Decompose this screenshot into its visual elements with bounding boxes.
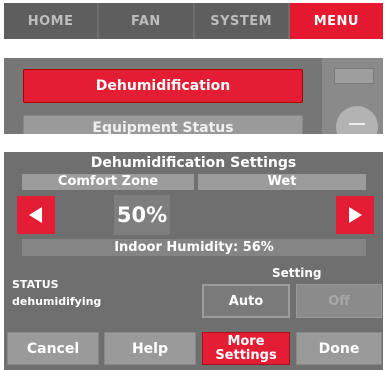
dehumidification-settings-panel: Dehumidification Settings Comfort Zone W… xyxy=(4,152,383,370)
menu-panel: Dehumidification Equipment Status xyxy=(4,58,383,134)
more-settings-line2: Settings xyxy=(215,347,277,363)
status-label: STATUS xyxy=(12,278,59,291)
mode-tab-comfort-zone[interactable]: Comfort Zone xyxy=(22,174,194,190)
setting-label: Setting xyxy=(272,266,322,280)
setting-off-button[interactable]: Off xyxy=(296,284,382,318)
increase-button[interactable] xyxy=(336,196,374,234)
menu-scrollbar[interactable] xyxy=(322,58,383,134)
menu-item-dehumidification[interactable]: Dehumidification xyxy=(23,69,303,103)
tab-menu[interactable]: MENU xyxy=(289,3,383,39)
status-value: dehumidifying xyxy=(12,295,102,308)
scroll-up-button[interactable] xyxy=(334,68,374,84)
more-settings-button[interactable]: More Settings xyxy=(202,332,290,365)
cancel-button[interactable]: Cancel xyxy=(7,332,99,365)
help-button[interactable]: Help xyxy=(104,332,196,365)
tab-fan[interactable]: FAN xyxy=(99,3,195,39)
tab-system[interactable]: SYSTEM xyxy=(195,3,290,39)
more-settings-line1: More xyxy=(227,333,265,349)
tab-home[interactable]: HOME xyxy=(4,3,100,39)
top-tab-bar: HOME FAN SYSTEM MENU xyxy=(4,3,383,39)
decrease-button[interactable] xyxy=(17,196,55,234)
menu-item-equipment-status[interactable]: Equipment Status xyxy=(23,115,303,134)
done-button[interactable]: Done xyxy=(296,332,382,365)
setting-auto-button[interactable]: Auto xyxy=(202,284,290,318)
indoor-humidity-readout: Indoor Humidity: 56% xyxy=(22,239,366,256)
left-arrow-icon xyxy=(29,207,42,223)
scroll-down-button[interactable] xyxy=(336,106,378,134)
humidity-setpoint-value: 50% xyxy=(114,195,170,235)
right-arrow-icon xyxy=(349,207,362,223)
page-title: Dehumidification Settings xyxy=(90,155,297,171)
mode-tab-wet[interactable]: Wet xyxy=(198,174,366,190)
